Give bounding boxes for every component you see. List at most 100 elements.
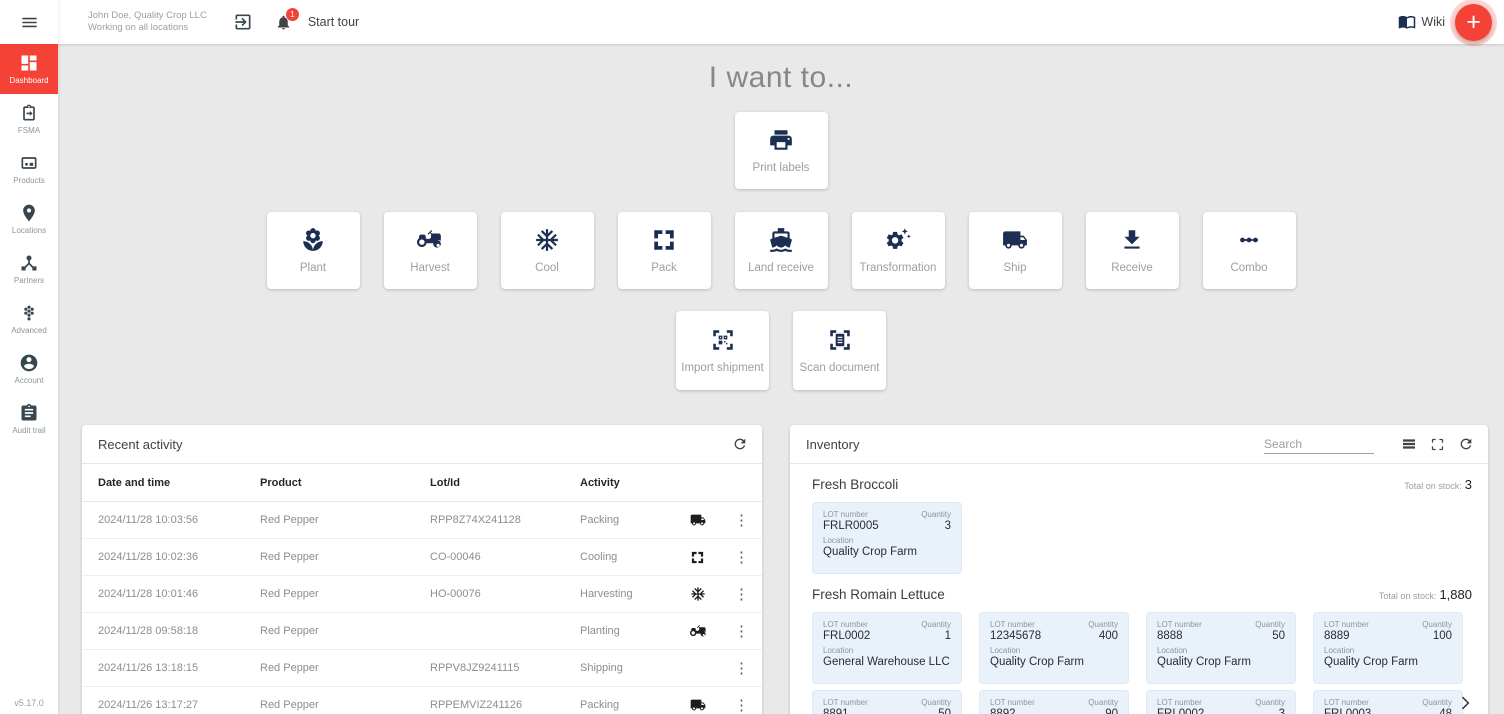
action-pack[interactable]: Pack [618,212,711,289]
action-receive[interactable]: Receive [1086,212,1179,289]
inventory-lot-card[interactable]: LOT number Quantity 12345678 400 Locatio… [979,612,1129,684]
lot-number-label: LOT number [1157,620,1202,629]
sidebar-item-audit-trail[interactable]: Audit trail [0,394,58,444]
sidebar-item-dashboard[interactable]: Dashboard [0,44,58,94]
col-product: Product [260,477,430,489]
row-menu-icon[interactable]: ⋮ [730,585,753,603]
action-combo[interactable]: Combo [1203,212,1296,289]
table-row[interactable]: 2024/11/26 13:17:27 Red Pepper RPPEMVIZ2… [82,687,762,714]
row-menu-icon[interactable]: ⋮ [730,696,753,714]
sidebar-item-products[interactable]: Products [0,144,58,194]
inventory-lot-card[interactable]: LOT number Quantity 8888 50 Location Qua… [1146,612,1296,684]
notifications-bell-icon[interactable]: 1 [275,14,292,31]
add-button[interactable]: + [1455,4,1492,41]
sidebar-item-partners[interactable]: Partners [0,244,58,294]
inventory-lot-card[interactable]: LOT number Quantity 8891 50 Location [812,690,962,714]
activity-name: Harvesting [580,588,690,600]
quantity-label: Quantity [1255,620,1285,629]
inventory-title: Inventory [806,437,859,452]
download-icon [1119,227,1145,253]
table-row[interactable]: 2024/11/28 10:01:46 Red Pepper HO-00076 … [82,576,762,613]
row-menu-icon[interactable]: ⋮ [730,622,753,640]
table-row[interactable]: 2024/11/28 10:02:36 Red Pepper CO-00046 … [82,539,762,576]
action-print-labels[interactable]: Print labels [735,112,828,189]
row-menu-icon[interactable]: ⋮ [730,548,753,566]
start-tour-button[interactable]: Start tour [308,15,359,29]
inventory-lot-card[interactable]: LOT number Quantity 8889 100 Location Qu… [1313,612,1463,684]
lot-number-label: LOT number [990,698,1035,707]
quantity-label: Quantity [1088,698,1118,707]
inventory-lot-list: LOT number Quantity FRLR0005 3 Location … [790,502,1488,574]
inventory-lot-card[interactable]: LOT number Quantity FRL0002 1 Location G… [812,612,962,684]
document-scan-icon [827,327,853,353]
lot-number-label: LOT number [1157,698,1202,707]
truck-icon[interactable] [690,697,730,713]
qr-scan-icon [710,327,736,353]
pack-icon[interactable] [690,550,730,565]
boat-icon [768,227,794,253]
inventory-lot-card[interactable]: LOT number Quantity FRL0002 3 Location [1146,690,1296,714]
activity-name: Shipping [580,662,690,674]
wiki-button[interactable]: Wiki [1398,13,1445,31]
activity-datetime: 2024/11/28 10:01:46 [98,588,260,600]
list-view-icon[interactable] [1401,436,1417,452]
activity-lot: RPPEMVIZ241126 [430,699,580,711]
menu-icon[interactable] [0,0,58,44]
quantity-label: Quantity [921,510,951,519]
inventory-lot-card[interactable]: LOT number Quantity FRL0003 48 Location [1313,690,1463,714]
action-land-receive[interactable]: Land receive [735,212,828,289]
search-input[interactable] [1264,435,1374,454]
pack-corners-icon [651,227,677,253]
row-menu-icon[interactable]: ⋮ [730,511,753,529]
location-value: Quality Crop Farm [1324,656,1452,668]
sidebar-item-locations[interactable]: Locations [0,194,58,244]
inventory-lot-card[interactable]: LOT number Quantity FRLR0005 3 Location … [812,502,962,574]
action-import-shipment[interactable]: Import shipment [676,311,769,390]
book-icon [1398,13,1416,31]
action-cool[interactable]: Cool [501,212,594,289]
sidebar-item-label: Partners [14,276,44,285]
lot-number-label: LOT number [823,510,868,519]
sidebar-item-fsma[interactable]: FSMA [0,94,58,144]
table-row[interactable]: 2024/11/26 13:18:15 Red Pepper RPPV8JZ92… [82,650,762,687]
truck-icon[interactable] [690,512,730,528]
col-lot: Lot/Id [430,477,580,489]
col-activity: Activity [580,477,690,489]
total-on-stock-value: 1,880 [1439,587,1472,602]
location-label: Location [823,646,951,655]
row-menu-icon[interactable]: ⋮ [730,659,753,677]
action-ship[interactable]: Ship [969,212,1062,289]
inventory-group: Fresh Broccoli Total on stock:3 LOT numb… [790,476,1488,574]
account-circle-icon [19,353,39,373]
activity-table-body: 2024/11/28 10:03:56 Red Pepper RPP8Z74X2… [82,502,762,714]
sidebar-item-advanced[interactable]: Advanced [0,294,58,344]
activity-product: Red Pepper [260,514,430,526]
action-plant[interactable]: Plant [267,212,360,289]
flower-icon [300,227,326,253]
page-title: I want to... [58,61,1504,95]
inventory-lot-card[interactable]: LOT number Quantity 8892 90 Location [979,690,1129,714]
topbar: John Doe, Quality Crop LLC Working on al… [0,0,1504,44]
snowflake-icon[interactable] [690,586,730,602]
sidebar-item-account[interactable]: Account [0,344,58,394]
tractor-icon[interactable] [690,623,730,640]
next-page-chevron-icon[interactable] [1455,693,1475,713]
exit-to-app-icon[interactable] [233,12,253,32]
quantity-value: 3 [945,520,951,532]
refresh-icon[interactable] [732,436,748,452]
expand-icon[interactable] [1430,437,1445,452]
quantity-value: 400 [1099,630,1118,642]
action-scan-document[interactable]: Scan document [793,311,886,390]
lot-number-label: LOT number [823,698,868,707]
tractor-icon [417,227,443,253]
action-transformation[interactable]: Transformation [852,212,945,289]
table-row[interactable]: 2024/11/28 10:03:56 Red Pepper RPP8Z74X2… [82,502,762,539]
table-row[interactable]: 2024/11/28 09:58:18 Red Pepper Planting … [82,613,762,650]
total-on-stock-value: 3 [1465,477,1472,492]
user-name: John Doe, Quality Crop LLC [88,10,207,22]
refresh-icon[interactable] [1458,436,1474,452]
action-harvest[interactable]: Harvest [384,212,477,289]
inventory-group-name: Fresh Broccoli [812,477,898,492]
lot-number-label: LOT number [1324,620,1369,629]
activity-product: Red Pepper [260,699,430,711]
